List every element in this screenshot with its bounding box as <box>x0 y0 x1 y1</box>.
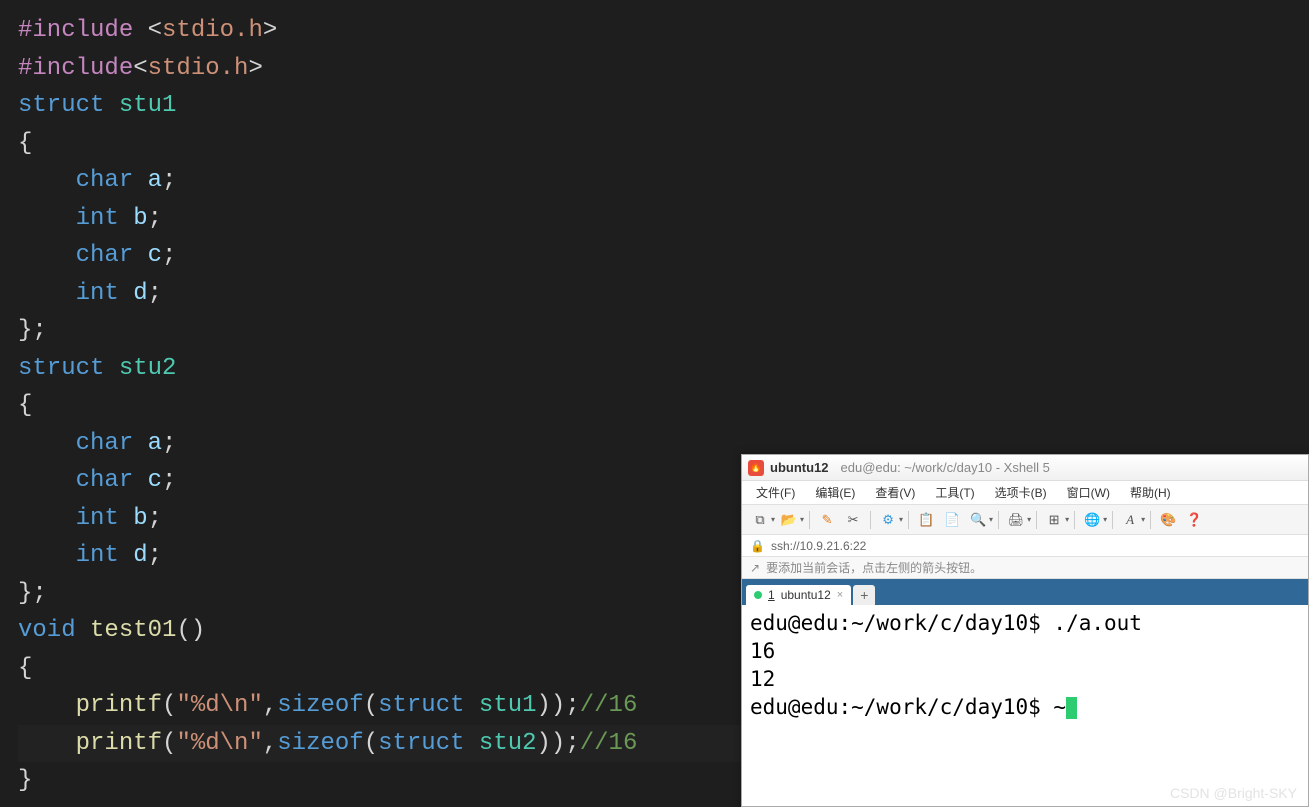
tab-number: 1 <box>768 588 775 602</box>
menu-item[interactable]: 编辑(E) <box>807 482 863 503</box>
code-text: #include<stdio.h> <box>18 50 263 88</box>
app-icon: 🔥 <box>748 460 764 476</box>
tab-ubuntu12[interactable]: 1 ubuntu12 × <box>746 585 851 605</box>
terminal-line: 16 <box>750 637 1300 665</box>
code-line[interactable]: struct stu1 <box>18 87 1309 125</box>
address-bar[interactable]: 🔒 ssh://10.9.21.6:22 <box>742 535 1308 557</box>
new-session-icon[interactable]: ⧉ <box>748 509 772 531</box>
code-line[interactable]: #include <stdio.h> <box>18 12 1309 50</box>
code-line[interactable]: }; <box>18 312 1309 350</box>
disconnect-icon[interactable]: ✂ <box>841 509 865 531</box>
code-text: int d; <box>18 537 162 575</box>
terminal[interactable]: edu@edu:~/work/c/day10$ ./a.out1612edu@e… <box>742 605 1308 725</box>
watermark: CSDN @Bright-SKY <box>1170 785 1297 801</box>
copy-icon[interactable]: 📋 <box>914 509 938 531</box>
code-text: { <box>18 125 32 163</box>
menu-item[interactable]: 窗口(W) <box>1059 482 1118 503</box>
window-subtitle: edu@edu: ~/work/c/day10 - Xshell 5 <box>841 460 1050 475</box>
reconnect-icon[interactable]: ✎ <box>815 509 839 531</box>
code-text: char c; <box>18 237 176 275</box>
code-text: }; <box>18 575 47 613</box>
help-icon[interactable]: ❓ <box>1182 509 1206 531</box>
toolbar: ⧉▾ 📂▾ ✎ ✂ ⚙▾ 📋 📄 🔍▾ 🖨▾ ⊞▾ 🌐▾ A▾ 🎨 ❓ <box>742 505 1308 535</box>
code-line[interactable]: { <box>18 125 1309 163</box>
code-text: int b; <box>18 200 162 238</box>
font-icon[interactable]: A <box>1118 509 1142 531</box>
address-text: ssh://10.9.21.6:22 <box>771 539 866 553</box>
code-text: void test01() <box>18 612 205 650</box>
code-line[interactable]: int b; <box>18 200 1309 238</box>
code-line[interactable]: { <box>18 387 1309 425</box>
code-text: char a; <box>18 425 176 463</box>
code-text: char a; <box>18 162 176 200</box>
hint-text: 要添加当前会话，点击左侧的箭头按钮。 <box>766 559 982 576</box>
tab-bar: 1 ubuntu12 × + <box>742 579 1308 605</box>
window-title: ubuntu12 <box>770 460 829 475</box>
code-text: printf("%d\n",sizeof(struct stu1));//16 <box>18 687 637 725</box>
add-tab-button[interactable]: + <box>853 585 875 605</box>
hint-icon: ↗ <box>750 561 760 575</box>
code-text: }; <box>18 312 47 350</box>
menu-bar: 文件(F)编辑(E)查看(V)工具(T)选项卡(B)窗口(W)帮助(H) <box>742 481 1308 505</box>
color-icon[interactable]: 🎨 <box>1156 509 1180 531</box>
layout-icon[interactable]: ⊞ <box>1042 509 1066 531</box>
open-icon[interactable]: 📂 <box>777 509 801 531</box>
globe-icon[interactable]: 🌐 <box>1080 509 1104 531</box>
properties-icon[interactable]: ⚙ <box>876 509 900 531</box>
code-line[interactable]: char a; <box>18 162 1309 200</box>
code-text: { <box>18 650 32 688</box>
menu-item[interactable]: 选项卡(B) <box>987 482 1055 503</box>
code-line[interactable]: struct stu2 <box>18 350 1309 388</box>
code-text: struct stu1 <box>18 87 176 125</box>
code-line[interactable]: int d; <box>18 275 1309 313</box>
code-text: } <box>18 762 32 800</box>
terminal-line: edu@edu:~/work/c/day10$ ~ <box>750 693 1300 721</box>
code-text: int d; <box>18 275 162 313</box>
print-icon[interactable]: 🖨 <box>1004 509 1028 531</box>
code-text: struct stu2 <box>18 350 176 388</box>
status-dot-icon <box>754 591 762 599</box>
code-line[interactable]: #include<stdio.h> <box>18 50 1309 88</box>
titlebar[interactable]: 🔥 ubuntu12 edu@edu: ~/work/c/day10 - Xsh… <box>742 455 1308 481</box>
terminal-line: 12 <box>750 665 1300 693</box>
paste-icon[interactable]: 📄 <box>940 509 964 531</box>
terminal-line: edu@edu:~/work/c/day10$ ./a.out <box>750 609 1300 637</box>
code-text: printf("%d\n",sizeof(struct stu2));//16 <box>18 725 637 763</box>
code-text: #include <stdio.h> <box>18 12 277 50</box>
menu-item[interactable]: 工具(T) <box>927 482 982 503</box>
code-line[interactable]: char c; <box>18 237 1309 275</box>
code-text: { <box>18 387 32 425</box>
code-text: char c; <box>18 462 176 500</box>
close-icon[interactable]: × <box>837 589 843 601</box>
hint-bar: ↗ 要添加当前会话，点击左侧的箭头按钮。 <box>742 557 1308 579</box>
menu-item[interactable]: 文件(F) <box>748 482 803 503</box>
cursor-icon <box>1066 697 1077 719</box>
xshell-window: 🔥 ubuntu12 edu@edu: ~/work/c/day10 - Xsh… <box>741 454 1309 807</box>
menu-item[interactable]: 查看(V) <box>867 482 923 503</box>
code-text: int b; <box>18 500 162 538</box>
menu-item[interactable]: 帮助(H) <box>1122 482 1179 503</box>
lock-icon: 🔒 <box>750 539 765 553</box>
find-icon[interactable]: 🔍 <box>966 509 990 531</box>
tab-label: ubuntu12 <box>781 588 831 602</box>
